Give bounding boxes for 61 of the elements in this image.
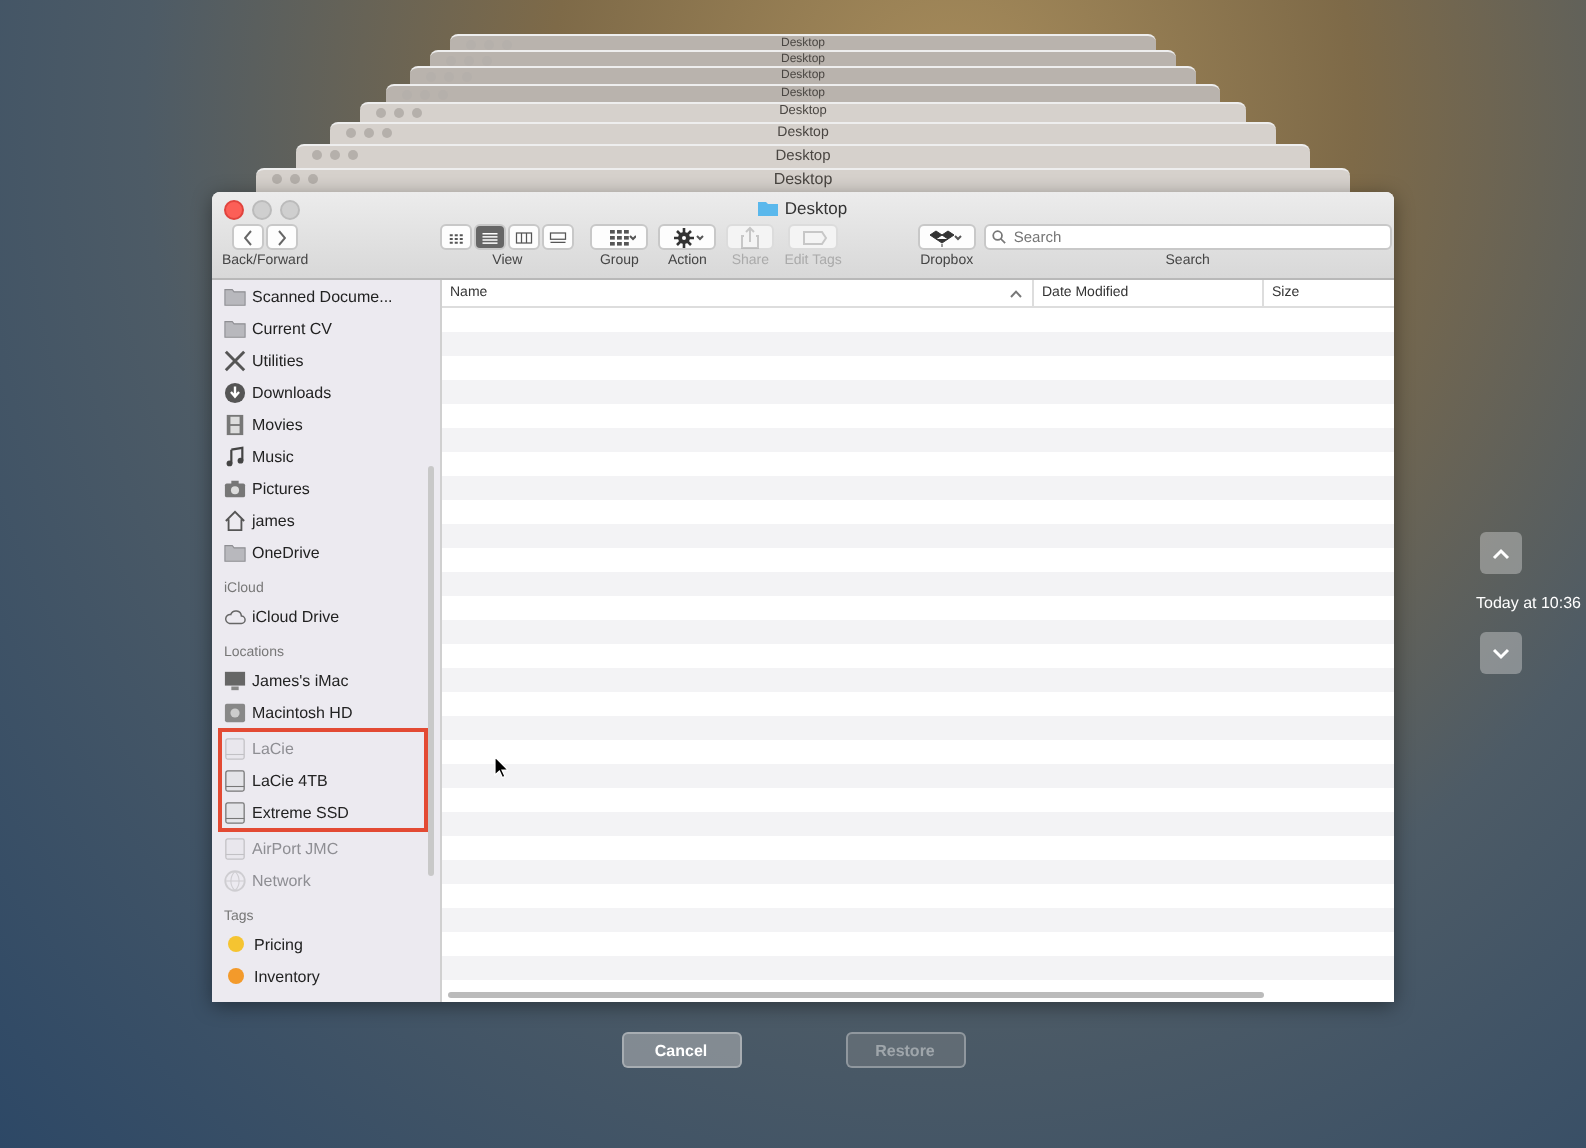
cloud-icon (224, 605, 246, 627)
sidebar-item[interactable]: James's iMac (224, 664, 440, 696)
sidebar-item[interactable]: Pictures (224, 472, 440, 504)
close-button[interactable] (224, 200, 244, 220)
drive-icon (224, 769, 246, 791)
sidebar-item[interactable]: Extreme SSD (224, 796, 424, 828)
gear-icon (671, 225, 704, 249)
tag-icon (797, 225, 830, 249)
house-icon (224, 509, 246, 531)
folder-icon (224, 285, 246, 307)
view-mode-button[interactable] (474, 224, 507, 250)
chevron-up-icon (1491, 547, 1510, 559)
film-icon (224, 413, 246, 435)
search-icon (991, 230, 1006, 244)
scrollbar[interactable] (448, 992, 1264, 998)
view-mode-button[interactable] (508, 224, 541, 250)
sidebar-item[interactable]: Movies (224, 408, 440, 440)
mouse-pointer-icon (494, 756, 508, 778)
drive-icon (224, 837, 246, 859)
tools-icon (224, 349, 246, 371)
sidebar-item[interactable]: Downloads (224, 376, 440, 408)
sidebar-item[interactable]: Inventory (224, 960, 440, 992)
sidebar-item[interactable]: Macintosh HD (224, 696, 440, 728)
camera-icon (224, 477, 246, 499)
monitor-icon (224, 669, 246, 691)
sidebar-item[interactable]: Pricing (224, 928, 440, 960)
previous-backup-button[interactable] (1479, 532, 1522, 574)
folder-icon (224, 317, 246, 339)
chevron-left-icon (244, 229, 253, 245)
scrollbar[interactable] (428, 466, 434, 876)
sidebar-item[interactable]: OneDrive (224, 536, 440, 568)
next-backup-button[interactable] (1479, 632, 1522, 674)
window-title: Desktop (773, 172, 833, 188)
folder-icon (758, 200, 779, 216)
view-mode-button[interactable] (440, 224, 473, 250)
window-title: Desktop (784, 198, 848, 218)
download-icon (224, 381, 246, 403)
sidebar-item[interactable]: Current CV (224, 312, 440, 344)
back-button[interactable] (232, 224, 265, 250)
view-mode-button[interactable] (542, 224, 575, 250)
sidebar-item[interactable]: iCloud Drive (224, 600, 440, 632)
drive-icon (224, 801, 246, 823)
folder-icon (224, 541, 246, 563)
toolbar-button[interactable] (590, 224, 649, 250)
music-note-icon (224, 445, 246, 467)
sidebar-item[interactable]: Music (224, 440, 440, 472)
sidebar-item[interactable]: james (224, 504, 440, 536)
toolbar-button[interactable] (658, 224, 717, 250)
sidebar-item[interactable]: Utilities (224, 344, 440, 376)
hard-disk-icon (224, 701, 246, 723)
sidebar-item[interactable]: LaCie 4TB (224, 764, 424, 796)
globe-icon (224, 869, 246, 891)
box-dropdown-icon (930, 225, 963, 249)
backup-time: Today at 10:36 (1476, 594, 1581, 612)
forward-button[interactable] (266, 224, 299, 250)
sort-caret-icon (1010, 289, 1022, 297)
chevron-down-icon (1491, 647, 1510, 659)
toolbar-button[interactable] (917, 224, 976, 250)
chevron-right-icon (278, 229, 287, 245)
sidebar-item[interactable]: Scanned Docume... (224, 280, 440, 312)
drive-icon (224, 737, 246, 759)
